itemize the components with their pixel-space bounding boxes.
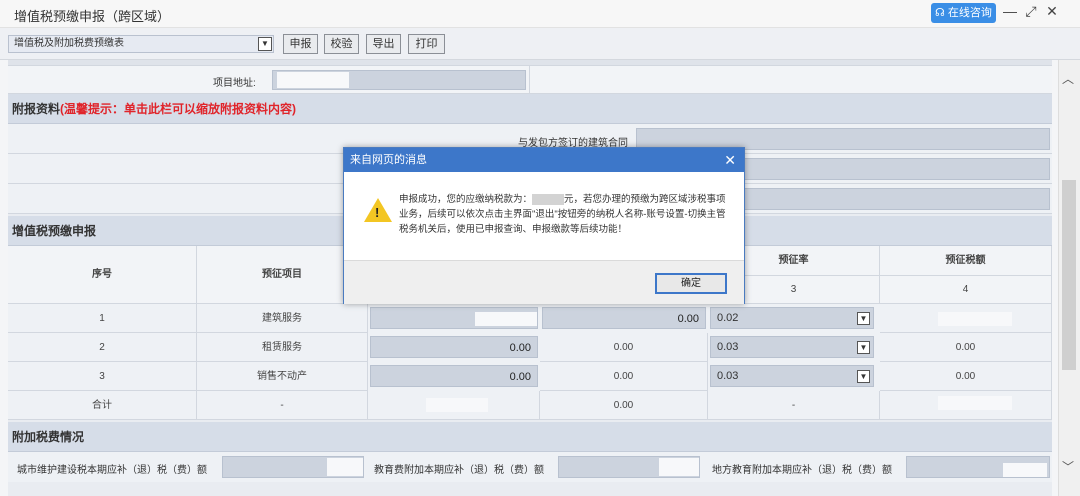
edu-surcharge-field[interactable]: [558, 456, 700, 478]
city-tax-field[interactable]: [222, 456, 364, 478]
attachments-heading: 附报资料: [12, 102, 61, 116]
row-col1-field[interactable]: 0.00: [370, 365, 538, 387]
local-edu-surcharge-label: 地方教育附加本期应补（退）税（费）额: [712, 465, 892, 476]
export-button[interactable]: 导出: [366, 34, 401, 54]
city-tax-label: 城市维护建设税本期应补（退）税（费）额: [17, 465, 207, 476]
chevron-down-icon[interactable]: ▼: [857, 370, 870, 383]
chevron-down-icon[interactable]: ﹀: [1062, 458, 1074, 475]
toolbar: 增值税及附加税费预缴表 ▼ 申报 校验 导出 打印: [0, 28, 1080, 60]
vat-heading: 增值税预缴申报: [12, 224, 97, 238]
row-col2-value: 0.00: [540, 333, 708, 362]
row-tax-masked: [938, 312, 1012, 326]
row-seq: 1: [8, 304, 197, 333]
form-type-select[interactable]: 增值税及附加税费预缴表 ▼: [8, 35, 274, 53]
row-item: 销售不动产: [197, 362, 368, 391]
col-tax-index: 4: [880, 276, 1052, 304]
row-item: 租赁服务: [197, 333, 368, 362]
rate-value: 0.02: [717, 312, 739, 324]
edu-surcharge-label: 教育费附加本期应补（退）税（费）额: [374, 465, 544, 476]
attachments-section-header[interactable]: 附报资料(温馨提示：单击此栏可以缩放附报资料内容): [8, 94, 1052, 124]
rate-select[interactable]: 0.03 ▼: [710, 365, 874, 387]
rate-select[interactable]: 0.03 ▼: [710, 336, 874, 358]
rate-value: 0.03: [717, 341, 739, 353]
message-dialog: 来自网页的消息 ✕ ! 申报成功，您的应缴纳税款为： 元，若您办理的预缴为跨区域涉…: [343, 147, 745, 304]
total-col1-masked: [426, 398, 488, 412]
validate-button[interactable]: 校验: [324, 34, 359, 54]
total-tax-masked: [938, 396, 1012, 410]
close-icon[interactable]: ✕: [1045, 3, 1059, 20]
headset-icon: ☊: [935, 7, 945, 19]
chevron-up-icon[interactable]: ︿: [1062, 70, 1074, 87]
vertical-scrollbar[interactable]: ︿ ﹀: [1058, 60, 1080, 496]
table-row: 3 销售不动产 0.00 0.00 0.03 ▼ 0.00: [8, 362, 1052, 391]
dialog-title: 来自网页的消息: [350, 154, 427, 166]
row-tax-value: 0.00: [880, 333, 1052, 362]
surtax-section-header: 附加税费情况: [8, 422, 1052, 452]
local-edu-surcharge-field[interactable]: [906, 456, 1050, 478]
minimize-icon[interactable]: —: [1003, 3, 1017, 20]
col-tax-header: 预征税额: [880, 246, 1052, 276]
surtax-row: 城市维护建设税本期应补（退）税（费）额 教育费附加本期应补（退）税（费）额 地方…: [8, 452, 1052, 482]
project-address-field[interactable]: [272, 70, 526, 90]
rate-value: 0.03: [717, 370, 739, 382]
total-col2-value: 0.00: [540, 391, 708, 420]
row-seq: 2: [8, 333, 197, 362]
attachments-tip: (温馨提示：单击此栏可以缩放附报资料内容): [60, 102, 297, 116]
row-item: 建筑服务: [197, 304, 368, 333]
close-icon[interactable]: ✕: [724, 148, 736, 172]
rate-select[interactable]: 0.02 ▼: [710, 307, 874, 329]
print-button[interactable]: 打印: [408, 34, 445, 54]
dialog-titlebar: 来自网页的消息 ✕: [344, 148, 744, 172]
form-type-value: 增值税及附加税费预缴表: [14, 38, 124, 49]
surtax-heading: 附加税费情况: [12, 430, 85, 444]
chevron-down-icon[interactable]: ▼: [857, 341, 870, 354]
table-row: 2 租赁服务 0.00 0.00 0.03 ▼ 0.00: [8, 333, 1052, 362]
project-address-label: 项目地址:: [213, 78, 256, 89]
total-item: -: [197, 391, 368, 420]
row-tax-value: 0.00: [880, 362, 1052, 391]
chevron-down-icon[interactable]: ▼: [258, 37, 272, 51]
row-col2-value: 0.00: [540, 362, 708, 391]
online-consult-button[interactable]: ☊ 在线咨询: [931, 3, 996, 23]
online-consult-label: 在线咨询: [947, 7, 992, 19]
col-seq-header: 序号: [8, 246, 197, 304]
row-seq: 3: [8, 362, 197, 391]
warning-icon-mark: !: [375, 205, 380, 220]
ok-button[interactable]: 确定: [655, 273, 727, 294]
maximize-icon[interactable]: ⤢: [1024, 3, 1038, 20]
dialog-message-part1: 申报成功，您的应缴纳税款为：: [399, 194, 533, 205]
chevron-down-icon[interactable]: ▼: [857, 312, 870, 325]
dialog-message: 申报成功，您的应缴纳税款为： 元，若您办理的预缴为跨区域涉税事项业务，后续可以依次…: [399, 192, 729, 237]
row-col1-field[interactable]: 0.00: [370, 336, 538, 358]
total-rate: -: [708, 391, 880, 420]
dialog-footer: 确定: [344, 260, 744, 304]
row-col1-field[interactable]: [370, 307, 538, 329]
declare-button[interactable]: 申报: [283, 34, 318, 54]
masked-amount: [532, 193, 565, 205]
row-col2-field[interactable]: 0.00: [542, 307, 706, 329]
dialog-body: ! 申报成功，您的应缴纳税款为： 元，若您办理的预缴为跨区域涉税事项业务，后续可以…: [344, 172, 744, 260]
scrollbar-thumb[interactable]: [1062, 180, 1076, 370]
total-row: 合计 - 0.00 -: [8, 391, 1052, 420]
total-label: 合计: [8, 391, 197, 420]
table-row: 1 建筑服务 0.00 0.02 ▼: [8, 304, 1052, 333]
window-titlebar: 增值税预缴申报（跨区域） ☊ 在线咨询 — ⤢ ✕: [0, 0, 1080, 28]
window-title: 增值税预缴申报（跨区域）: [14, 9, 171, 24]
